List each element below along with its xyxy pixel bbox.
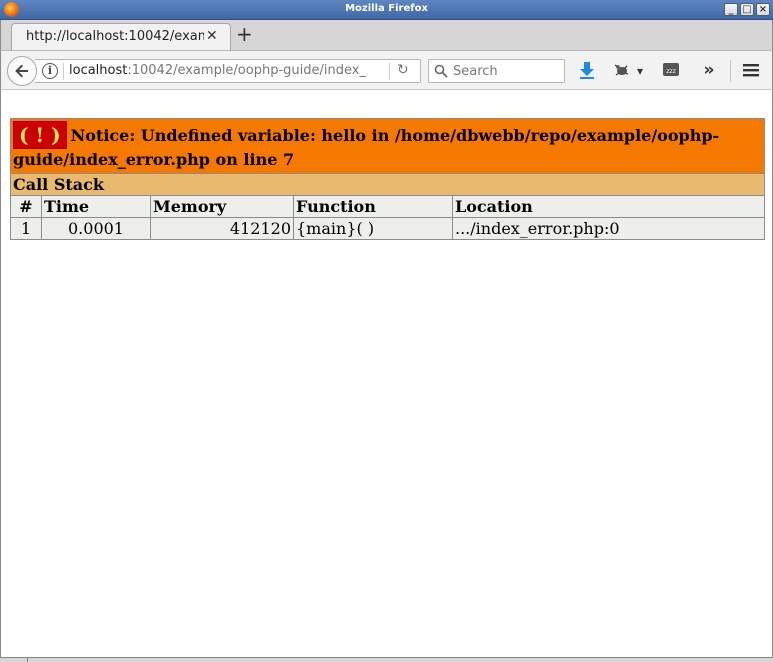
error-message-cell: ( ! ) Notice: Undefined variable: hello i…: [10, 118, 765, 174]
download-icon: [580, 62, 594, 79]
window-bottom-edge: [0, 657, 773, 662]
callstack-title: Call Stack: [10, 173, 765, 196]
close-window-button[interactable]: ×: [756, 3, 770, 16]
url-path: :10042/example/oophp-guide/index_: [127, 63, 366, 78]
table-row: 1 0.0001 412120 {main}( ) .../index_erro…: [10, 217, 765, 240]
window-title: Mozilla Firefox: [345, 3, 428, 14]
snooze-button[interactable]: zzz: [661, 60, 681, 82]
overflow-chevrons-icon[interactable]: »: [699, 60, 719, 82]
url-bar[interactable]: i localhost:10042/example/oophp-guide/in…: [35, 59, 421, 83]
url-divider: [63, 63, 64, 80]
search-placeholder: Search: [453, 64, 498, 79]
search-icon: [434, 64, 448, 78]
url-text[interactable]: localhost:10042/example/oophp-guide/inde…: [69, 63, 387, 78]
info-icon[interactable]: i: [42, 63, 58, 79]
extension-button[interactable]: [611, 60, 633, 82]
cell-function: {main}( ): [293, 217, 453, 240]
menu-button[interactable]: [739, 60, 763, 82]
url-host: localhost: [69, 63, 128, 78]
tab-title: http://localhost:10042/example/oophp-gui…: [26, 29, 204, 44]
svg-text:zzz: zzz: [666, 68, 675, 75]
cell-number: 1: [10, 217, 42, 240]
extension-icon: [614, 64, 629, 76]
navigation-toolbar: i localhost:10042/example/oophp-guide/in…: [0, 50, 773, 90]
callstack-header-row: # Time Memory Function Location: [10, 195, 765, 218]
back-button[interactable]: [7, 56, 37, 86]
cell-memory: 412120: [150, 217, 294, 240]
column-header-location: Location: [452, 195, 765, 218]
cell-time: 0.0001: [41, 217, 151, 240]
page-content: ( ! ) Notice: Undefined variable: hello i…: [0, 90, 773, 662]
callstack-title-row: Call Stack: [10, 173, 765, 196]
notice-badge: ( ! ): [13, 121, 67, 149]
hamburger-menu-icon: [743, 64, 759, 77]
error-header-row: ( ! ) Notice: Undefined variable: hello i…: [10, 118, 765, 174]
minimize-button[interactable]: _: [724, 3, 738, 16]
snooze-icon: zzz: [663, 63, 679, 76]
column-header-time: Time: [41, 195, 151, 218]
tab-active[interactable]: http://localhost:10042/example/oophp-gui…: [11, 23, 231, 51]
maximize-button[interactable]: □: [740, 3, 754, 16]
column-header-number: #: [10, 195, 42, 218]
new-tab-button[interactable]: +: [236, 24, 253, 44]
url-divider-right: [389, 63, 390, 80]
search-bar[interactable]: Search: [428, 59, 565, 83]
download-button[interactable]: [577, 60, 597, 82]
cell-location: .../index_error.php:0: [452, 217, 765, 240]
tab-strip: http://localhost:10042/example/oophp-gui…: [0, 20, 773, 51]
reload-icon[interactable]: ↻: [397, 62, 409, 78]
chevron-down-icon[interactable]: ▾: [633, 60, 647, 82]
column-header-function: Function: [293, 195, 453, 218]
xdebug-error-table: ( ! ) Notice: Undefined variable: hello i…: [10, 118, 765, 240]
tab-close-icon[interactable]: ✕: [206, 28, 218, 44]
window-bottom-divider: [27, 657, 28, 662]
toolbar-divider: [730, 60, 731, 82]
column-header-memory: Memory: [150, 195, 294, 218]
back-arrow-icon: [15, 64, 28, 78]
error-message: Notice: Undefined variable: hello in /ho…: [13, 126, 720, 169]
window-titlebar: Mozilla Firefox _ □ ×: [0, 0, 773, 20]
